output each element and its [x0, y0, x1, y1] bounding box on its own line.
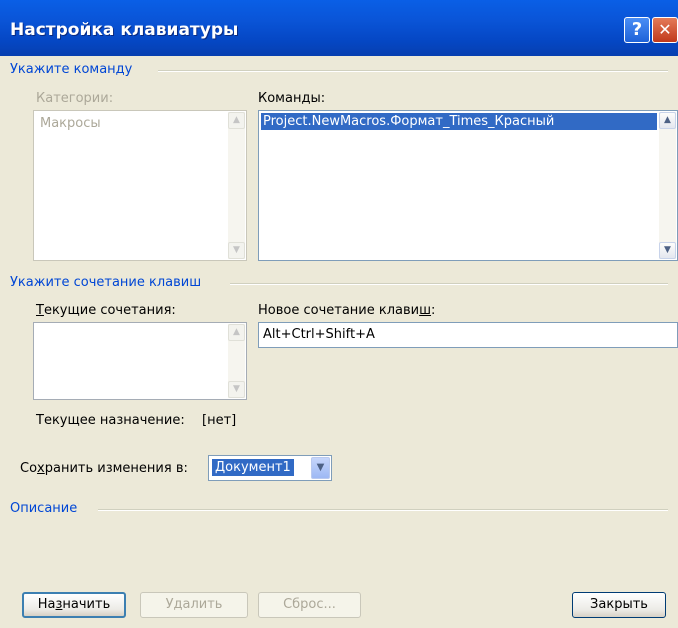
- categories-label: Категории:: [36, 91, 114, 106]
- current-keys-label-text: екущие сочетания:: [43, 303, 176, 318]
- new-shortcut-label: Новое сочетание клавиш:: [258, 303, 435, 318]
- remove-button[interactable]: Удалить: [140, 592, 248, 618]
- shortcut-group-divider: [230, 283, 668, 285]
- assign-button-text: На: [37, 597, 56, 612]
- save-in-label-text: Со: [20, 461, 38, 476]
- new-shortcut-input[interactable]: Alt+Ctrl+Shift+A: [258, 322, 678, 348]
- new-shortcut-label-accel: ш: [419, 303, 432, 318]
- save-in-label: Сохранить изменения в:: [20, 461, 188, 476]
- scroll-down-icon[interactable]: ▼: [228, 242, 245, 259]
- assign-button-rest: начить: [62, 597, 111, 612]
- categories-listbox[interactable]: Макросы ▲ ▼: [33, 110, 247, 261]
- current-keys-scrollbar[interactable]: ▲ ▼: [228, 324, 245, 398]
- close-button[interactable]: Закрыть: [572, 592, 666, 618]
- categories-scrollbar[interactable]: ▲ ▼: [228, 112, 245, 259]
- scroll-up-icon[interactable]: ▲: [228, 112, 245, 129]
- dialog-title: Настройка клавиатуры: [10, 20, 239, 40]
- help-icon[interactable]: ?: [624, 17, 650, 43]
- command-group-legend: Укажите команду: [10, 62, 133, 77]
- assign-button[interactable]: Назначить: [22, 592, 126, 618]
- current-assignment-value: [нет]: [202, 413, 237, 428]
- save-in-label-rest: ранить изменения в:: [44, 461, 188, 476]
- description-group-legend: Описание: [10, 501, 78, 516]
- command-group-divider: [158, 70, 668, 72]
- commands-label: Команды:: [258, 91, 325, 106]
- scroll-up-icon[interactable]: ▲: [228, 324, 245, 341]
- commands-scrollbar[interactable]: ▲ ▼: [659, 112, 676, 259]
- new-shortcut-label-text: Новое сочетание клави: [258, 303, 420, 318]
- list-item[interactable]: Project.NewMacros.Формат_Times_Красный: [261, 113, 657, 130]
- commands-label-rest: ы:: [310, 91, 326, 106]
- current-assignment-label: Текущее назначение:: [36, 413, 185, 428]
- keyboard-customize-dialog: Настройка клавиатуры ? ✕ Укажите команду…: [0, 0, 678, 628]
- list-item[interactable]: Макросы: [38, 115, 103, 132]
- commands-label-text: Коман: [258, 91, 302, 106]
- commands-listbox[interactable]: Project.NewMacros.Формат_Times_Красный ▲…: [258, 110, 678, 261]
- scroll-down-icon[interactable]: ▼: [659, 242, 676, 259]
- save-in-label-accel: х: [37, 461, 45, 476]
- save-in-selected: Документ1: [212, 459, 294, 476]
- current-keys-listbox[interactable]: ▲ ▼: [33, 322, 247, 400]
- description-group-divider: [98, 509, 668, 511]
- scroll-down-icon[interactable]: ▼: [228, 381, 245, 398]
- current-keys-accel: Т: [36, 303, 44, 318]
- current-keys-label: Текущие сочетания:: [36, 303, 176, 318]
- save-in-dropdown[interactable]: Документ1 ▼: [208, 455, 332, 481]
- title-bar: Настройка клавиатуры ? ✕: [0, 0, 678, 56]
- close-icon[interactable]: ✕: [652, 17, 678, 43]
- new-shortcut-label-rest: :: [431, 303, 436, 318]
- scroll-up-icon[interactable]: ▲: [659, 112, 676, 129]
- shortcut-group-legend: Укажите сочетание клавиш: [10, 275, 202, 290]
- reset-button[interactable]: Сброс...: [258, 592, 361, 618]
- chevron-down-icon[interactable]: ▼: [311, 457, 330, 479]
